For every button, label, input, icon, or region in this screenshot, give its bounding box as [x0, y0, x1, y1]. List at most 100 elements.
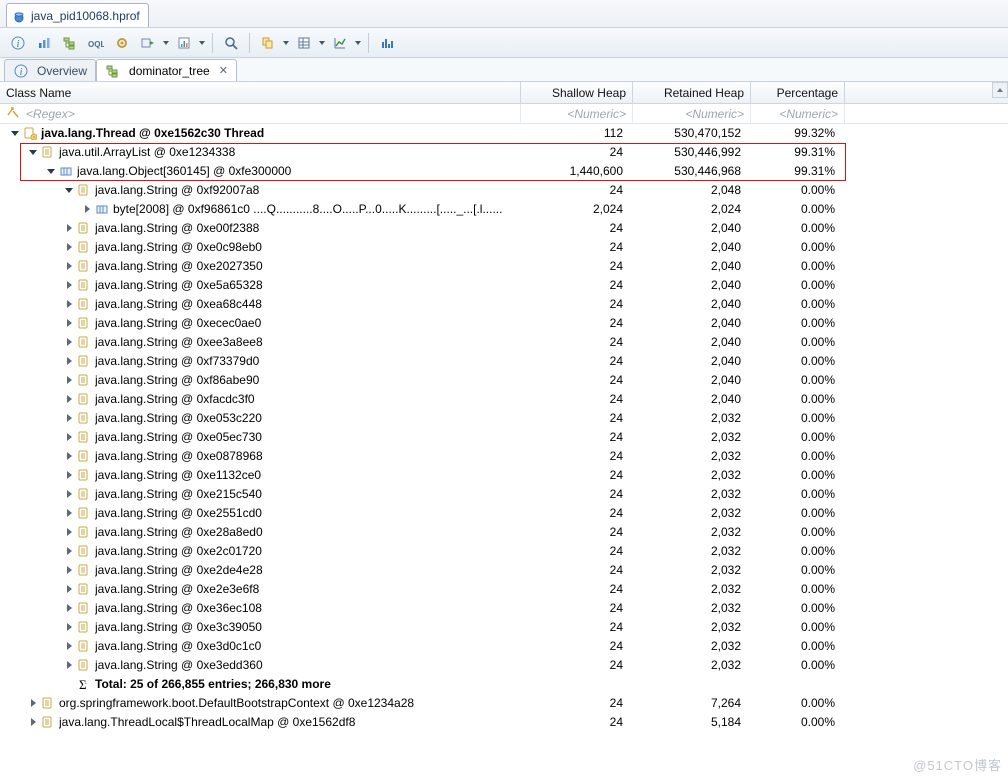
- expander-closed-icon[interactable]: [62, 658, 76, 672]
- tree-row[interactable]: java.util.ArrayList @ 0xe123433824530,44…: [0, 143, 1008, 162]
- stats-icon[interactable]: [172, 31, 196, 55]
- expander-closed-icon[interactable]: [62, 335, 76, 349]
- expander-closed-icon[interactable]: [62, 316, 76, 330]
- expander-closed-icon[interactable]: [62, 240, 76, 254]
- tree-row[interactable]: java.lang.String @ 0xe0878968242,0320.00…: [0, 447, 1008, 466]
- toolbar-dropdown-arrow[interactable]: [162, 33, 170, 53]
- expander-closed-icon[interactable]: [62, 373, 76, 387]
- oql-icon[interactable]: OQL: [84, 31, 108, 55]
- tree-row[interactable]: java.lang.String @ 0xe00f2388242,0400.00…: [0, 219, 1008, 238]
- tree-row[interactable]: java.lang.String @ 0xe1132ce0242,0320.00…: [0, 466, 1008, 485]
- table-icon[interactable]: [292, 31, 316, 55]
- view-tab-dominator[interactable]: dominator_tree✕: [96, 59, 237, 81]
- tree-row[interactable]: java.lang.String @ 0xe5a65328242,0400.00…: [0, 276, 1008, 295]
- histogram2-icon[interactable]: [375, 31, 399, 55]
- dominator-tree-icon[interactable]: [58, 31, 82, 55]
- run-icon[interactable]: [136, 31, 160, 55]
- cell-retained: 2,040: [633, 392, 751, 406]
- tree-row[interactable]: java.lang.String @ 0xfacdc3f0242,0400.00…: [0, 390, 1008, 409]
- class-icon: [76, 525, 91, 540]
- expander-open-icon[interactable]: [62, 183, 76, 197]
- tree-row[interactable]: java.lang.String @ 0xe2027350242,0400.00…: [0, 257, 1008, 276]
- expander-open-icon[interactable]: [26, 145, 40, 159]
- tree-row[interactable]: java.lang.String @ 0xe2de4e28242,0320.00…: [0, 561, 1008, 580]
- tree-row[interactable]: java.lang.String @ 0xe36ec108242,0320.00…: [0, 599, 1008, 618]
- toolbar-dropdown-arrow[interactable]: [354, 33, 362, 53]
- tree-row[interactable]: java.lang.String @ 0xea68c448242,0400.00…: [0, 295, 1008, 314]
- close-icon[interactable]: ✕: [219, 64, 228, 77]
- expander-closed-icon[interactable]: [62, 468, 76, 482]
- tree-row[interactable]: java.lang.String @ 0xf92007a8242,0480.00…: [0, 181, 1008, 200]
- tree-row[interactable]: java.lang.ThreadLocal$ThreadLocalMap @ 0…: [0, 713, 1008, 732]
- overview-icon[interactable]: i: [6, 31, 30, 55]
- tree-row[interactable]: java.lang.String @ 0xe3d0c1c0242,0320.00…: [0, 637, 1008, 656]
- toolbar-dropdown-arrow[interactable]: [318, 33, 326, 53]
- filter-retained[interactable]: <Numeric>: [633, 104, 751, 123]
- expander-closed-icon[interactable]: [62, 582, 76, 596]
- header-percentage[interactable]: Percentage: [751, 82, 845, 103]
- tree-row[interactable]: java.lang.String @ 0xe05ec730242,0320.00…: [0, 428, 1008, 447]
- vertical-scrollbar[interactable]: [992, 82, 1008, 778]
- expander-closed-icon[interactable]: [80, 202, 94, 216]
- expander-closed-icon[interactable]: [62, 525, 76, 539]
- expander-closed-icon[interactable]: [62, 449, 76, 463]
- filter-shallow[interactable]: <Numeric>: [521, 104, 633, 123]
- expander-closed-icon[interactable]: [62, 601, 76, 615]
- tree-row[interactable]: java.lang.String @ 0xf86abe90242,0400.00…: [0, 371, 1008, 390]
- expander-closed-icon[interactable]: [26, 715, 40, 729]
- expander-closed-icon[interactable]: [62, 354, 76, 368]
- expander-closed-icon[interactable]: [62, 563, 76, 577]
- expander-closed-icon[interactable]: [62, 544, 76, 558]
- filter-percentage[interactable]: <Numeric>: [751, 104, 845, 123]
- tree-row[interactable]: byte[2008] @ 0xf96861c0 ....Q...........…: [0, 200, 1008, 219]
- tree-row[interactable]: java.lang.String @ 0xf73379d0242,0400.00…: [0, 352, 1008, 371]
- expander-closed-icon[interactable]: [62, 506, 76, 520]
- toolbar-dropdown-arrow[interactable]: [198, 33, 206, 53]
- tree-row[interactable]: java.lang.String @ 0xe0c98eb0242,0400.00…: [0, 238, 1008, 257]
- tree-row[interactable]: java.lang.String @ 0xe3c39050242,0320.00…: [0, 618, 1008, 637]
- toolbar-dropdown-arrow[interactable]: [282, 33, 290, 53]
- expander-closed-icon[interactable]: [62, 259, 76, 273]
- class-icon: [76, 639, 91, 654]
- cell-shallow: 24: [521, 487, 633, 501]
- tree-row[interactable]: Σ.Total: 25 of 266,855 entries; 266,830 …: [0, 675, 1008, 694]
- expander-closed-icon[interactable]: [26, 696, 40, 710]
- tree-row[interactable]: java.lang.String @ 0xe2e3e6f8242,0320.00…: [0, 580, 1008, 599]
- editor-tab-hprof[interactable]: java_pid10068.hprof: [6, 3, 149, 27]
- header-shallow[interactable]: Shallow Heap: [521, 82, 633, 103]
- expander-closed-icon[interactable]: [62, 639, 76, 653]
- header-class-name[interactable]: Class Name: [0, 82, 521, 103]
- expander-closed-icon[interactable]: [62, 278, 76, 292]
- tree-row[interactable]: java.lang.String @ 0xe053c220242,0320.00…: [0, 409, 1008, 428]
- filter-class-name[interactable]: <Regex>: [0, 104, 521, 123]
- search-icon[interactable]: [219, 31, 243, 55]
- tree-row[interactable]: java.lang.String @ 0xe3edd360242,0320.00…: [0, 656, 1008, 675]
- expander-closed-icon[interactable]: [62, 221, 76, 235]
- tree-row[interactable]: java.lang.String @ 0xecec0ae0242,0400.00…: [0, 314, 1008, 333]
- expander-closed-icon[interactable]: [62, 297, 76, 311]
- tree-row[interactable]: java.lang.String @ 0xe215c540242,0320.00…: [0, 485, 1008, 504]
- tree-row[interactable]: java.lang.Thread @ 0xe1562c30 Thread1125…: [0, 124, 1008, 143]
- gear-icon[interactable]: [110, 31, 134, 55]
- expander-open-icon[interactable]: [8, 126, 22, 140]
- expander-closed-icon[interactable]: [62, 620, 76, 634]
- class-icon: [76, 354, 91, 369]
- expander-closed-icon[interactable]: [62, 430, 76, 444]
- copy-icon[interactable]: [256, 31, 280, 55]
- header-retained[interactable]: Retained Heap: [633, 82, 751, 103]
- tree-row[interactable]: java.lang.Object[360145] @ 0xfe3000001,4…: [0, 162, 1008, 181]
- expander-closed-icon[interactable]: [62, 392, 76, 406]
- tree-row[interactable]: java.lang.String @ 0xe28a8ed0242,0320.00…: [0, 523, 1008, 542]
- tree-row[interactable]: java.lang.String @ 0xe2551cd0242,0320.00…: [0, 504, 1008, 523]
- scroll-up-arrow[interactable]: [992, 82, 1008, 98]
- histogram-icon[interactable]: [32, 31, 56, 55]
- row-label: java.lang.String @ 0xe2551cd0: [95, 506, 262, 520]
- view-tab-overview[interactable]: iOverview: [4, 59, 96, 81]
- expander-closed-icon[interactable]: [62, 487, 76, 501]
- chart-icon[interactable]: [328, 31, 352, 55]
- expander-closed-icon[interactable]: [62, 411, 76, 425]
- tree-row[interactable]: org.springframework.boot.DefaultBootstra…: [0, 694, 1008, 713]
- expander-open-icon[interactable]: [44, 164, 58, 178]
- tree-row[interactable]: java.lang.String @ 0xe2c01720242,0320.00…: [0, 542, 1008, 561]
- tree-row[interactable]: java.lang.String @ 0xee3a8ee8242,0400.00…: [0, 333, 1008, 352]
